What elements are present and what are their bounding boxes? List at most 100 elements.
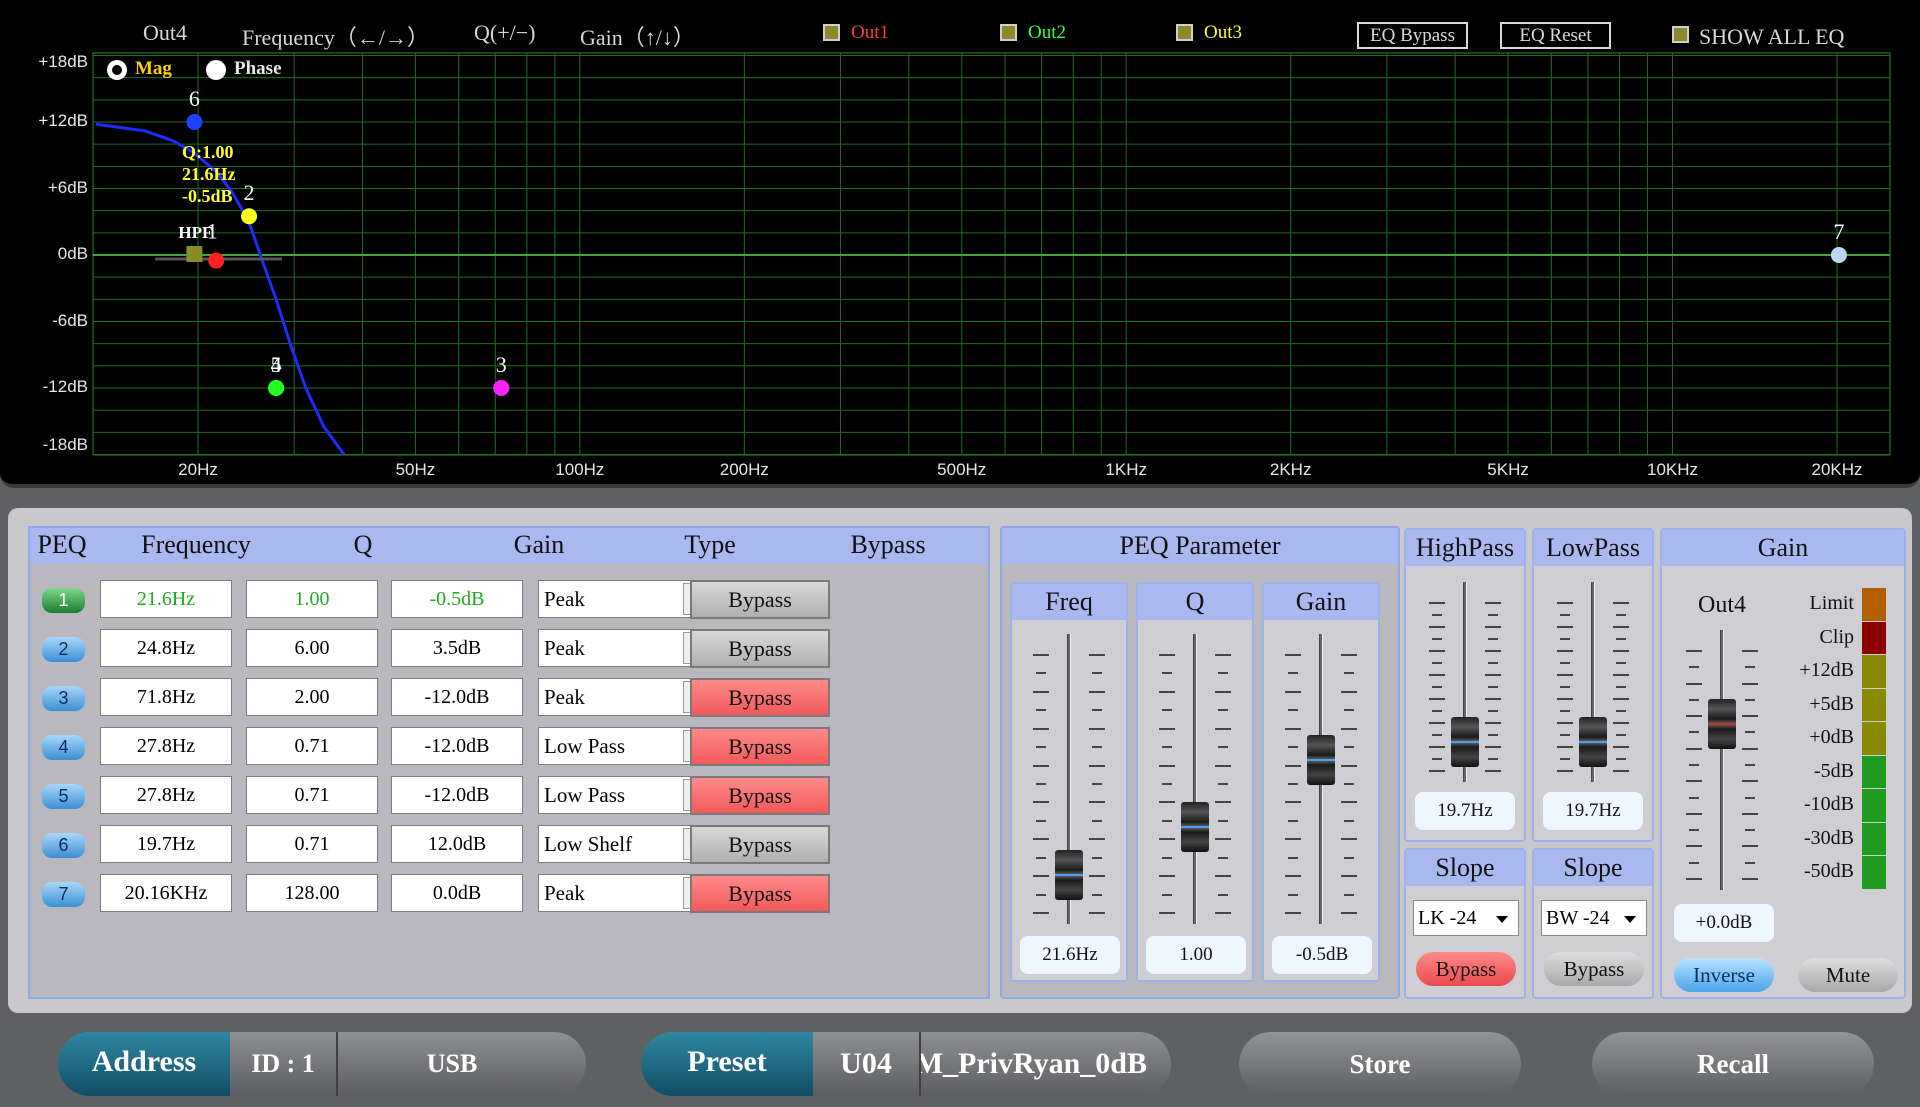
output-gain-fader-track[interactable]: [1720, 630, 1724, 890]
lowpass-slope-select[interactable]: BW -24: [1541, 900, 1647, 936]
band-gain-field[interactable]: 12.0dB: [391, 825, 523, 863]
band-bypass-button[interactable]: Bypass: [690, 776, 830, 815]
band-bypass-button[interactable]: Bypass: [690, 580, 830, 619]
band-gain-field[interactable]: -12.0dB: [391, 678, 523, 716]
band-type-value: Low Shelf: [544, 832, 633, 856]
output-gain-fader-knob[interactable]: [1708, 699, 1736, 750]
band-bypass-button[interactable]: Bypass: [690, 678, 830, 717]
band-frequency-field[interactable]: 27.8Hz: [100, 776, 232, 814]
band-bypass-button[interactable]: Bypass: [690, 874, 830, 913]
band-type-select[interactable]: Low Pass: [538, 776, 714, 814]
eq-point-label-5: 5: [271, 352, 282, 377]
band-bypass-button[interactable]: Bypass: [690, 727, 830, 766]
out1-checkbox[interactable]: [823, 24, 840, 41]
band-select-button[interactable]: 3: [42, 686, 85, 711]
band-frequency-field[interactable]: 21.6Hz: [100, 580, 232, 618]
recall-button[interactable]: Recall: [1592, 1032, 1874, 1096]
q-fader-knob[interactable]: [1181, 802, 1209, 852]
peq-parameter-panel: PEQ Parameter Freq 21.6Hz Q 1.00 Gain -0…: [1000, 526, 1400, 999]
band-type-select[interactable]: Low Shelf: [538, 825, 714, 863]
col-bypass: Bypass: [850, 530, 926, 559]
meter-segment: [1862, 755, 1886, 788]
band-q-field[interactable]: 6.00: [246, 629, 378, 667]
meter-label: Clip: [1819, 625, 1854, 648]
freq-fader-knob[interactable]: [1055, 850, 1083, 900]
lowpass-fader-knob[interactable]: [1579, 717, 1607, 767]
eq-point-3[interactable]: [493, 380, 510, 396]
out2-checkbox[interactable]: [1000, 24, 1017, 41]
store-button[interactable]: Store: [1239, 1032, 1521, 1096]
band-gain-field[interactable]: -12.0dB: [391, 776, 523, 814]
eq-point-2[interactable]: [241, 208, 258, 225]
inverse-button[interactable]: Inverse: [1674, 958, 1774, 992]
meter-label: +5dB: [1809, 692, 1854, 715]
highpass-fader-knob[interactable]: [1451, 717, 1479, 767]
band-gain-field[interactable]: -0.5dB: [391, 580, 523, 618]
q-fader-scale: [1215, 654, 1231, 914]
band-q-field[interactable]: 2.00: [246, 678, 378, 716]
band-frequency-field[interactable]: 27.8Hz: [100, 727, 232, 765]
band-select-button[interactable]: 1: [42, 588, 85, 613]
band-frequency-field[interactable]: 24.8Hz: [100, 629, 232, 667]
band-select-button[interactable]: 5: [42, 784, 85, 809]
eq-point-5[interactable]: [268, 380, 285, 396]
band-q-field[interactable]: 128.00: [246, 874, 378, 912]
mute-button[interactable]: Mute: [1798, 958, 1898, 992]
band-select-button[interactable]: 4: [42, 735, 85, 760]
band-frequency-field[interactable]: 20.16KHz: [100, 874, 232, 912]
band-type-select[interactable]: Peak: [538, 678, 714, 716]
eq-bypass-button[interactable]: EQ Bypass: [1357, 22, 1468, 49]
band-gain-field[interactable]: 3.5dB: [391, 629, 523, 667]
band-select-button[interactable]: 6: [42, 833, 85, 858]
q-value: 1.00: [1146, 936, 1246, 974]
mag-radio[interactable]: [107, 60, 127, 80]
band-q-field[interactable]: 0.71: [246, 776, 378, 814]
band-bypass-button[interactable]: Bypass: [690, 825, 830, 864]
highpass-fader-scale: [1429, 602, 1445, 772]
band-frequency-field[interactable]: 71.8Hz: [100, 678, 232, 716]
band-select-button[interactable]: 7: [42, 882, 85, 907]
band-gain-field[interactable]: -12.0dB: [391, 727, 523, 765]
meter-label: +12dB: [1799, 659, 1854, 681]
band-q-field[interactable]: 1.00: [246, 580, 378, 618]
preset-name[interactable]: M_PrivRyan_0dB: [921, 1032, 1147, 1096]
band-select-button[interactable]: 2: [42, 637, 85, 662]
band-bypass-button[interactable]: Bypass: [690, 629, 830, 668]
selected-point-tooltip-line: Q:1.00: [182, 142, 234, 162]
band-type-value: Peak: [544, 587, 585, 611]
eq-point-7[interactable]: [1830, 247, 1847, 263]
eq-response-graph[interactable]: HPF1234567Q:1.0021.6Hz-0.5dB: [0, 0, 1920, 488]
x-tick-label: 500Hz: [937, 460, 987, 479]
highpass-bypass-button[interactable]: Bypass: [1416, 952, 1516, 986]
col-type: Type: [684, 530, 736, 559]
phase-radio[interactable]: [206, 60, 226, 80]
gain-fader-knob[interactable]: [1307, 734, 1335, 785]
connection-type-button[interactable]: USB: [338, 1032, 566, 1096]
show-all-eq-checkbox[interactable]: [1672, 26, 1689, 43]
lowpass-fader-scale: [1613, 602, 1629, 772]
band-q-field[interactable]: 0.71: [246, 825, 378, 863]
eq-point-1[interactable]: [208, 252, 225, 269]
band-gain-field[interactable]: 0.0dB: [391, 874, 523, 912]
x-tick-label: 20KHz: [1811, 460, 1863, 479]
gain-panel: Gain Out4 +0.0dB Inverse Mute Limit Clip +…: [1660, 528, 1906, 999]
lowpass-slope-panel: Slope BW -24 Bypass: [1532, 848, 1654, 999]
highpass-slope-select[interactable]: LK -24: [1413, 900, 1519, 936]
col-q: Q: [353, 530, 373, 559]
band-type-select[interactable]: Peak: [538, 629, 714, 667]
band-type-value: Low Pass: [544, 783, 626, 807]
out3-checkbox[interactable]: [1176, 24, 1193, 41]
y-tick-label: -6dB: [52, 310, 88, 330]
band-type-select[interactable]: Peak: [538, 580, 714, 618]
gain-fader-panel: Gain -0.5dB: [1262, 582, 1380, 982]
eq-point-6[interactable]: [186, 114, 203, 130]
eq-reset-button[interactable]: EQ Reset: [1500, 22, 1611, 49]
band-q-field[interactable]: 0.71: [246, 727, 378, 765]
output-gain-value: +0.0dB: [1674, 904, 1774, 942]
lowpass-bypass-button[interactable]: Bypass: [1544, 952, 1644, 986]
q-fader-track[interactable]: [1193, 634, 1197, 924]
band-type-select[interactable]: Peak: [538, 874, 714, 912]
preset-number: U04: [840, 1047, 892, 1080]
band-frequency-field[interactable]: 19.7Hz: [100, 825, 232, 863]
band-type-select[interactable]: Low Pass: [538, 727, 714, 765]
